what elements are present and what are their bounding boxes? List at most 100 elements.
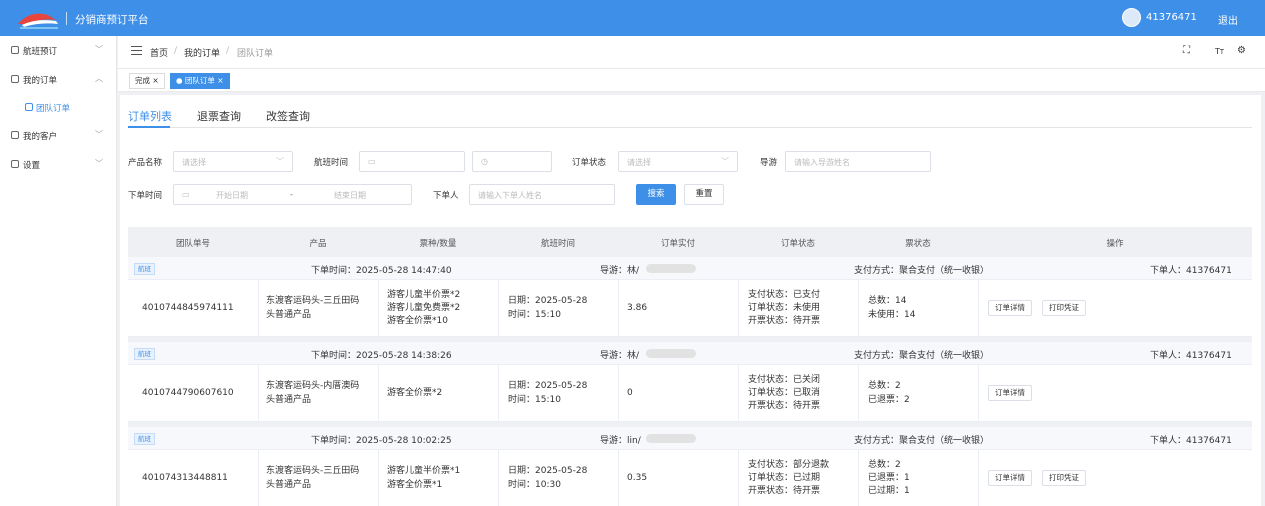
flight-date: 日期：2025-05-28 xyxy=(508,296,588,306)
table-row: 4010744845974111 东渡客运码头-三丘田码 头普通产品 游客儿童半… xyxy=(128,280,1252,337)
redacted-area xyxy=(646,264,696,273)
logout-link[interactable]: 退出 xyxy=(1218,12,1238,27)
orderer-input[interactable]: 请输入下单人姓名 xyxy=(469,184,615,205)
order-detail-button[interactable]: 订单详情 xyxy=(988,385,1032,401)
sidebar-item-team-orders[interactable]: 团队订单 xyxy=(0,95,117,121)
ticket-line: 游客全价票*10 xyxy=(387,316,448,326)
chevron-down-icon: ﹀ xyxy=(95,159,103,168)
status-line: 订单状态：已取消 xyxy=(748,388,821,398)
guide-label: 导游 xyxy=(760,158,778,168)
order-number: 4010744790607610 xyxy=(142,388,234,398)
order-detail-button[interactable]: 订单详情 xyxy=(988,300,1032,316)
product-select[interactable]: 请选择 ﹀ xyxy=(173,151,293,172)
tab-complete[interactable]: 完成 × xyxy=(129,73,165,89)
col-divider xyxy=(378,365,379,422)
status-placeholder: 请选择 xyxy=(627,158,651,167)
sidebar-item-label: 设置 xyxy=(23,161,41,171)
col-divider xyxy=(258,365,259,422)
sidebar-item-settings[interactable]: 设置 ﹀ xyxy=(0,152,117,178)
chevron-down-icon: ﹀ xyxy=(721,157,729,166)
ticket-status-line: 总数：14 xyxy=(868,296,907,306)
tab-order-list[interactable]: 订单列表 xyxy=(128,108,172,124)
table-header: 团队单号 产品 票种/数量 航班时间 订单实付 订单状态 票状态 操作 xyxy=(128,227,1252,257)
flight-time-label: 航班时间 xyxy=(314,158,349,168)
search-button[interactable]: 搜索 xyxy=(636,184,676,205)
product-line: 头普通产品 xyxy=(266,395,312,405)
tab-team-orders[interactable]: ● 团队订单 × xyxy=(170,73,230,89)
guide-input[interactable]: 请输入导游姓名 xyxy=(785,151,931,172)
sidebar-item-flight-booking[interactable]: 航班预订 ﹀ xyxy=(0,38,117,64)
sidebar-item-label: 我的订单 xyxy=(23,76,58,86)
fullscreen-icon[interactable]: ⛶ xyxy=(1183,45,1190,56)
end-date-placeholder: 结束日期 xyxy=(334,191,366,200)
sidebar-item-label: 团队订单 xyxy=(36,104,71,114)
breadcrumb-home[interactable]: 首页 xyxy=(150,46,168,59)
tab-reschedule-query[interactable]: 改签查询 xyxy=(266,108,310,124)
tab-bar: 完成 × ● 团队订单 × xyxy=(118,69,1265,92)
flight-badge: 航班 xyxy=(134,433,155,445)
orderer: 下单人：41376471 xyxy=(1150,436,1232,446)
ticket-line: 游客全价票*1 xyxy=(387,480,443,490)
reset-button[interactable]: 重置 xyxy=(684,184,724,205)
start-date-placeholder: 开始日期 xyxy=(216,191,248,200)
col-divider xyxy=(738,450,739,506)
col-divider xyxy=(738,280,739,337)
redacted-area xyxy=(646,434,696,443)
flight-time-picker[interactable]: ◷ xyxy=(472,151,552,172)
col-header: 订单实付 xyxy=(660,239,695,249)
ticket-line: 游客儿童半价票*1 xyxy=(387,466,461,476)
col-header: 航班时间 xyxy=(540,239,575,249)
user-avatar[interactable] xyxy=(1122,8,1141,27)
calendar-icon: ▭ xyxy=(182,190,190,199)
col-divider xyxy=(618,280,619,337)
breadcrumb-my-orders[interactable]: 我的订单 xyxy=(184,46,220,59)
guide-name: 导游：林/ xyxy=(600,266,640,276)
main-panel: 订单列表 退票查询 改签查询 产品名称 请选择 ﹀ 航班时间 ▭ ◷ 订单状态 … xyxy=(120,95,1261,506)
status-line: 支付状态：已关闭 xyxy=(748,375,821,385)
col-divider xyxy=(978,365,979,422)
flight-badge: 航班 xyxy=(134,348,155,360)
table-row: 4010744790607610 东渡客运码头-内厝澳码 头普通产品 游客全价票… xyxy=(128,365,1252,422)
print-voucher-button[interactable]: 打印凭证 xyxy=(1042,300,1086,316)
guide-name: 导游：林/ xyxy=(600,351,640,361)
tab-refund-query[interactable]: 退票查询 xyxy=(197,108,241,124)
home-icon xyxy=(11,46,19,54)
order-group-header: 航班 下单时间：2025-05-28 10:02:25 导游：lin/ 支付方式… xyxy=(128,427,1252,450)
tab-divider xyxy=(128,127,1252,128)
document-icon xyxy=(25,103,33,111)
clock-icon: ◷ xyxy=(481,157,488,166)
col-divider xyxy=(498,280,499,337)
flight-badge: 航班 xyxy=(134,263,155,275)
calendar-icon: ▭ xyxy=(368,157,376,166)
print-voucher-button[interactable]: 打印凭证 xyxy=(1042,470,1086,486)
order-number: 401074313448811 xyxy=(142,473,228,483)
sidebar-item-my-orders[interactable]: 我的订单 ︿ xyxy=(0,67,117,93)
product-label: 产品名称 xyxy=(128,158,163,168)
order-detail-button[interactable]: 订单详情 xyxy=(988,470,1032,486)
order-date-range[interactable]: ▭ 开始日期 - 结束日期 xyxy=(173,184,412,205)
col-divider xyxy=(738,365,739,422)
order-status-select[interactable]: 请选择 ﹀ xyxy=(618,151,738,172)
pay-method: 支付方式：聚合支付（统一收银） xyxy=(854,351,990,361)
sidebar: 航班预订 ﹀ 我的订单 ︿ 团队订单 我的客户 ﹀ 设置 ﹀ xyxy=(0,36,117,506)
active-tab-indicator xyxy=(128,126,170,128)
sidebar-item-my-customers[interactable]: 我的客户 ﹀ xyxy=(0,123,117,149)
col-divider xyxy=(858,365,859,422)
col-divider xyxy=(498,450,499,506)
collapse-menu-icon[interactable] xyxy=(131,46,142,55)
order-time: 下单时间：2025-05-28 10:02:25 xyxy=(311,436,452,446)
font-size-icon[interactable]: TT xyxy=(1215,47,1224,56)
flight-time: 时间：10:30 xyxy=(508,480,561,490)
col-divider xyxy=(258,280,259,337)
redacted-area xyxy=(646,349,696,358)
flight-date-picker[interactable]: ▭ xyxy=(359,151,465,172)
product-line: 东渡客运码头-内厝澳码 xyxy=(266,381,360,391)
ticket-status-line: 已过期：1 xyxy=(868,486,910,496)
user-id[interactable]: 41376471 xyxy=(1146,12,1197,23)
home-icon xyxy=(11,131,19,139)
col-divider xyxy=(858,450,859,506)
logo-icon xyxy=(18,13,58,29)
flight-time: 时间：15:10 xyxy=(508,395,561,405)
order-time: 下单时间：2025-05-28 14:38:26 xyxy=(311,351,452,361)
gear-icon[interactable]: ⚙ xyxy=(1237,45,1246,56)
